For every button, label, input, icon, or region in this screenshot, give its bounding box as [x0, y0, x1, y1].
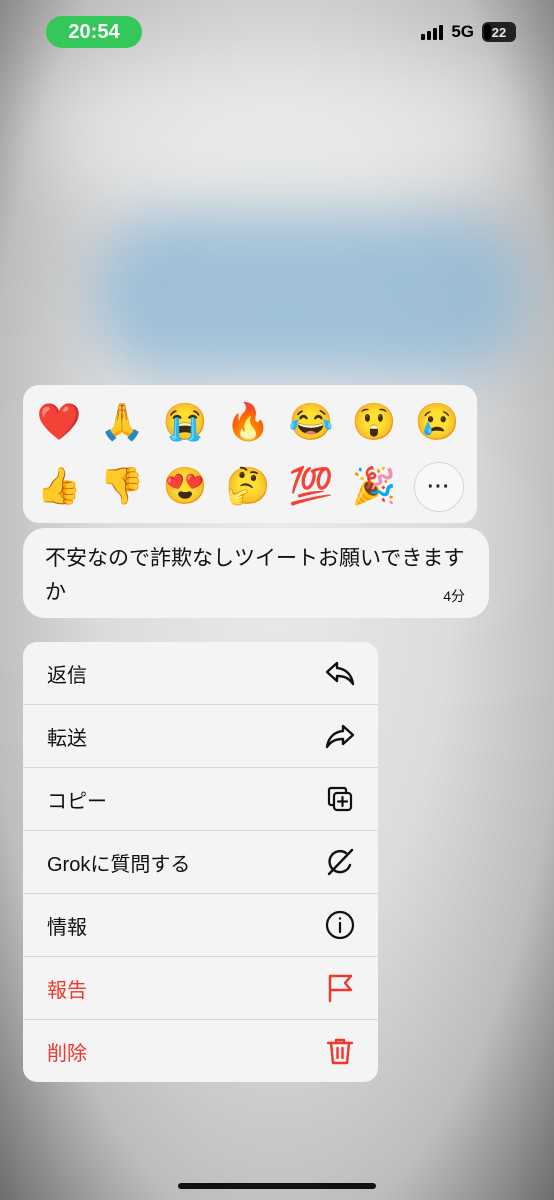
trash-icon [326, 1038, 354, 1065]
reply-icon [325, 661, 355, 686]
menu-item-forward[interactable]: 転送 [23, 705, 378, 767]
forward-icon [325, 724, 355, 749]
reaction-party[interactable]: 🎉 [350, 462, 398, 510]
flag-icon [328, 974, 353, 1003]
menu-item-label: 報告 [47, 979, 87, 1002]
reaction-fire[interactable]: 🔥 [224, 398, 272, 446]
info-icon [325, 910, 355, 940]
menu-item-label: 返信 [47, 664, 87, 687]
reaction-crying[interactable]: 😭 [161, 398, 209, 446]
network-type: 5G [451, 22, 474, 41]
reaction-thinking[interactable]: 🤔 [224, 462, 272, 510]
menu-item-delete[interactable]: 削除 [23, 1020, 378, 1082]
menu-item-label: Grokに質問する [47, 853, 191, 876]
message-bubble: 不安なので詐欺なしツイートお願いできますか 4分 [23, 528, 489, 618]
menu-item-label: 削除 [47, 1042, 87, 1065]
message-time: 4分 [443, 588, 465, 604]
reaction-laughing[interactable]: 😂 [287, 398, 335, 446]
background-blurred-bubble [95, 215, 525, 375]
background-blur-light [40, 60, 520, 200]
reaction-heart-eyes[interactable]: 😍 [161, 462, 209, 510]
status-indicators: 5G 22 [421, 22, 516, 42]
reaction-heart[interactable]: ❤️ [35, 398, 83, 446]
menu-item-report[interactable]: 報告 [23, 957, 378, 1019]
reaction-pray[interactable]: 🙏 [98, 398, 146, 446]
message-text: 不安なので詐欺なしツイートお願いできますか [45, 547, 465, 604]
reaction-sad[interactable]: 😢 [413, 398, 461, 446]
reaction-thumbs-up[interactable]: 👍 [35, 462, 83, 510]
reaction-thumbs-down[interactable]: 👎 [98, 462, 146, 510]
menu-item-label: コピー [47, 790, 107, 813]
home-indicator[interactable] [178, 1183, 376, 1189]
context-menu: 返信 転送 コピー Grokに質問する 情報 報告 削除 [23, 642, 378, 1082]
menu-item-label: 転送 [47, 727, 87, 750]
menu-item-label: 情報 [47, 916, 87, 939]
signal-icon [421, 24, 444, 40]
battery-icon: 22 [482, 22, 516, 42]
battery-level: 22 [491, 24, 507, 40]
reaction-hundred[interactable]: 💯 [287, 462, 335, 510]
menu-item-info[interactable]: 情報 [23, 894, 378, 956]
menu-item-ask-grok[interactable]: Grokに質問する [23, 831, 378, 893]
menu-item-reply[interactable]: 返信 [23, 642, 378, 704]
reaction-surprised[interactable]: 😲 [350, 398, 398, 446]
copy-icon [327, 786, 353, 812]
grok-icon [327, 848, 354, 876]
menu-item-copy[interactable]: コピー [23, 768, 378, 830]
more-reactions-button[interactable]: ··· [414, 462, 464, 512]
status-time: 20:54 [46, 16, 142, 48]
